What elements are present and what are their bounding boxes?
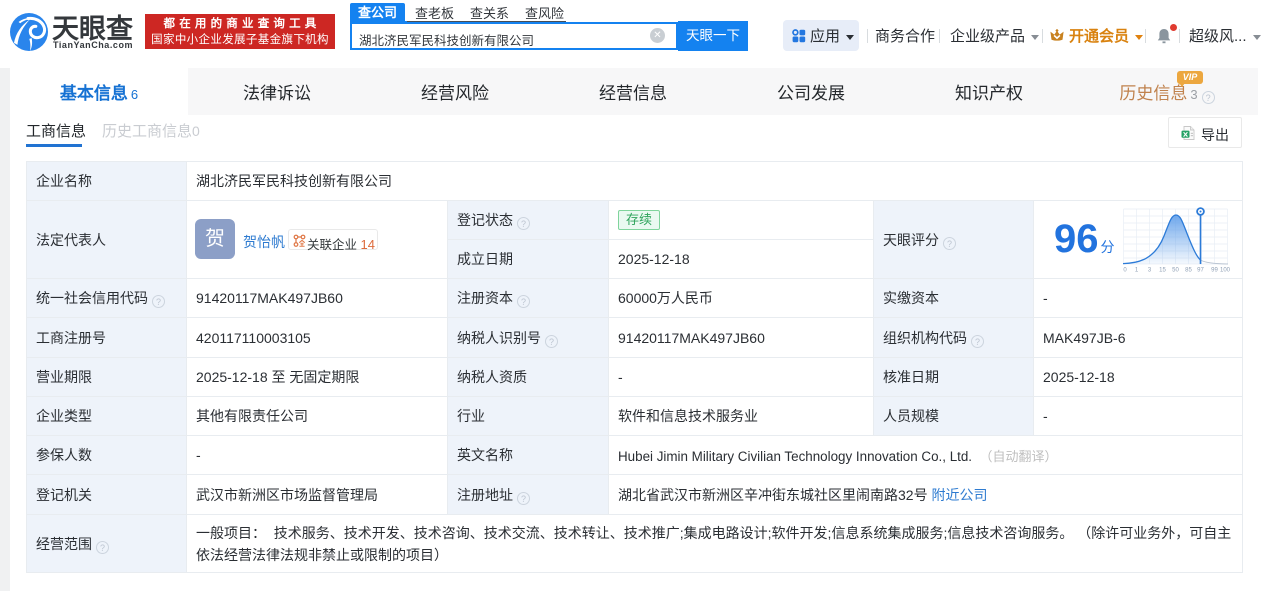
svg-text:15: 15 <box>1159 268 1166 274</box>
svg-text:100: 100 <box>1220 268 1231 274</box>
svg-text:3: 3 <box>1148 268 1152 274</box>
svg-text:99: 99 <box>1211 268 1218 274</box>
svg-text:0: 0 <box>1123 268 1127 274</box>
svg-text:97: 97 <box>1197 268 1204 274</box>
svg-text:50: 50 <box>1172 268 1179 274</box>
svg-text:1: 1 <box>1135 268 1139 274</box>
svg-text:85: 85 <box>1185 268 1192 274</box>
